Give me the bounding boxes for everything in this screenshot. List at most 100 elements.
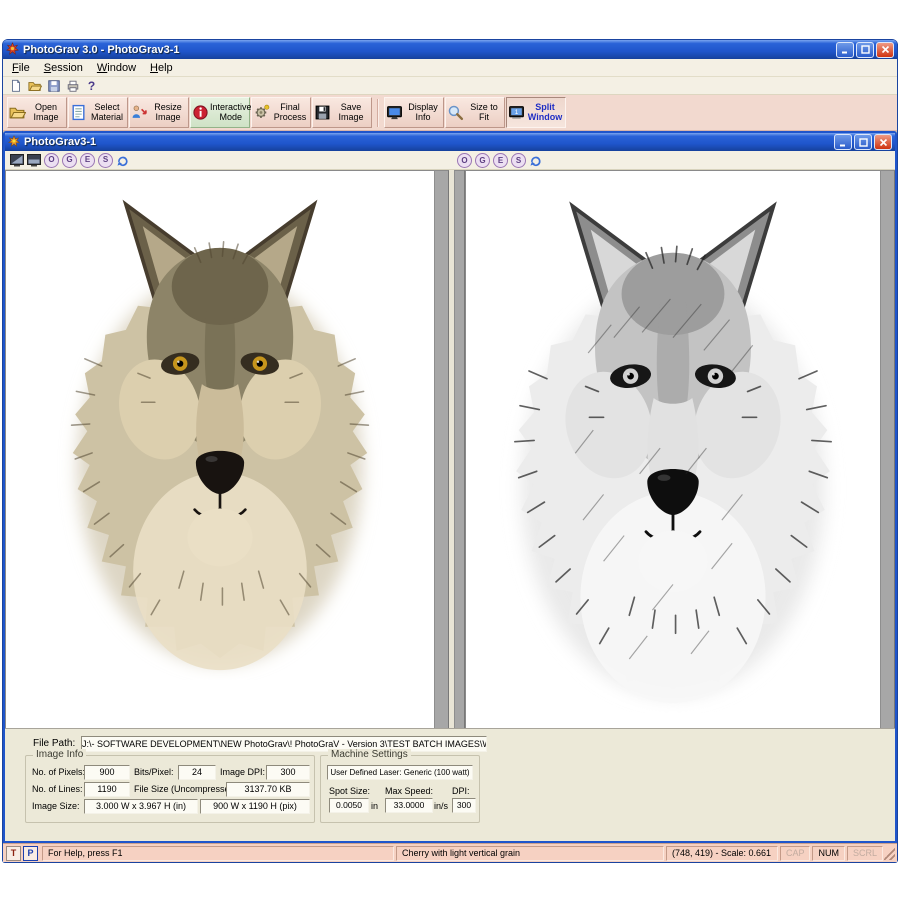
- window-title: PhotoGrav 3.0 - PhotoGrav3-1: [23, 44, 836, 56]
- view-engraved-icon[interactable]: E: [80, 153, 95, 168]
- size-to-fit-icon: [446, 104, 465, 121]
- filesize-value: 3137.70 KB: [226, 782, 310, 797]
- doc-close-button[interactable]: [874, 134, 892, 150]
- resize-image-button[interactable]: Resize Image: [129, 97, 189, 128]
- final-process-button[interactable]: Final Process: [251, 97, 311, 128]
- svg-text:1: 1: [515, 109, 519, 116]
- original-image-pane[interactable]: [5, 170, 449, 728]
- maximize-button[interactable]: [856, 42, 874, 58]
- wolf-photo-color: [39, 173, 401, 697]
- select-material-button[interactable]: Select Material: [68, 97, 128, 128]
- num-lock-indicator: NUM: [812, 846, 845, 861]
- pane-toolbar: O G E S O G E S: [5, 151, 895, 170]
- view-split-horizontal-icon[interactable]: [27, 154, 41, 167]
- status-position-scale: (748, 419) - Scale: 0.661: [666, 846, 778, 861]
- pixels-value: 900: [84, 765, 130, 780]
- interactive-mode-button[interactable]: Interactive Mode: [190, 97, 250, 128]
- max-speed-unit: in/s: [434, 801, 448, 811]
- status-bar: T P For Help, press F1 Cherry with light…: [3, 843, 897, 862]
- file-path-label: File Path:: [33, 738, 75, 749]
- image-size-px: 900 W x 1190 H (pix): [200, 799, 310, 814]
- menu-bar: File Session Window Help: [3, 59, 897, 77]
- machine-settings-group: Machine Settings User Defined Laser: Gen…: [320, 755, 480, 823]
- interactive-mode-icon: [191, 104, 210, 121]
- spot-size-unit: in: [371, 801, 378, 811]
- pixels-label: No. of Pixels:: [32, 767, 85, 777]
- save-image-button[interactable]: Save Image: [312, 97, 372, 128]
- open-image-button[interactable]: Open Image: [7, 97, 67, 128]
- menu-help[interactable]: Help: [143, 61, 180, 75]
- right-pane-scroll-area[interactable]: [880, 170, 895, 728]
- lines-label: No. of Lines:: [32, 784, 83, 794]
- mdi-client: PhotoGrav3-1 O G E S: [3, 131, 897, 843]
- original-image-canvas[interactable]: [5, 170, 434, 728]
- lines-value: 1190: [84, 782, 130, 797]
- open-image-icon: [8, 104, 27, 121]
- machine-dpi-value[interactable]: 300: [452, 798, 476, 813]
- view-original-icon[interactable]: O: [44, 153, 59, 168]
- view-engraved-icon-right[interactable]: E: [493, 153, 508, 168]
- image-info-title: Image Info: [33, 749, 86, 760]
- document-window: PhotoGrav3-1 O G E S: [3, 131, 897, 843]
- bits-value: 24: [178, 765, 216, 780]
- max-speed-value[interactable]: 33.0000: [385, 798, 433, 813]
- view-original-icon-right[interactable]: O: [457, 153, 472, 168]
- refresh-icon-right[interactable]: [529, 154, 542, 167]
- print-icon[interactable]: [65, 78, 80, 93]
- resize-image-icon: [130, 104, 149, 121]
- save-file-icon[interactable]: [46, 78, 61, 93]
- filesize-label: File Size (Uncompressed): [134, 784, 238, 794]
- bits-label: Bits/Pixel:: [134, 767, 174, 777]
- close-button[interactable]: [876, 42, 894, 58]
- document-titlebar[interactable]: PhotoGrav3-1: [5, 133, 895, 151]
- image-panes: [5, 170, 895, 728]
- view-simulation-icon[interactable]: S: [98, 153, 113, 168]
- view-grayscale-icon-right[interactable]: G: [475, 153, 490, 168]
- display-info-button[interactable]: Display Info: [384, 97, 444, 128]
- wolf-photo-engraved: [474, 173, 872, 713]
- main-titlebar[interactable]: PhotoGrav 3.0 - PhotoGrav3-1: [3, 40, 897, 59]
- file-path-field[interactable]: J:\- SOFTWARE DEVELOPMENT\NEW PhotoGrav\…: [81, 736, 487, 752]
- caps-lock-indicator: CAP: [780, 846, 811, 861]
- select-material-icon: [69, 104, 88, 121]
- info-panel: File Path: J:\- SOFTWARE DEVELOPMENT\NEW…: [5, 728, 895, 841]
- image-dpi-value: 300: [266, 765, 310, 780]
- help-icon[interactable]: ?: [84, 78, 99, 93]
- machine-settings-title: Machine Settings: [328, 749, 411, 760]
- new-file-icon[interactable]: [8, 78, 23, 93]
- open-file-icon[interactable]: [27, 78, 42, 93]
- image-size-label: Image Size:: [32, 801, 80, 811]
- menu-session[interactable]: Session: [37, 61, 90, 75]
- engraved-image-pane[interactable]: [454, 170, 895, 728]
- doc-maximize-button[interactable]: [854, 134, 872, 150]
- view-simulation-icon-right[interactable]: S: [511, 153, 526, 168]
- spot-size-value[interactable]: 0.0050: [329, 798, 369, 813]
- standard-toolbar: ?: [3, 77, 897, 95]
- image-info-group: Image Info No. of Pixels: 900 Bits/Pixel…: [25, 755, 315, 823]
- dpi-label: DPI:: [452, 786, 470, 796]
- minimize-button[interactable]: [836, 42, 854, 58]
- menu-window[interactable]: Window: [90, 61, 143, 75]
- document-title: PhotoGrav3-1: [24, 136, 834, 148]
- toolbar-indicator-icon[interactable]: T: [6, 846, 21, 861]
- status-help-text: For Help, press F1: [42, 846, 394, 861]
- view-split-diagonal-icon[interactable]: [10, 154, 24, 167]
- engraved-image-canvas[interactable]: [465, 170, 880, 728]
- resize-grip[interactable]: [884, 847, 895, 860]
- main-window: PhotoGrav 3.0 - PhotoGrav3-1 File Sessio…: [3, 40, 897, 862]
- size-to-fit-button[interactable]: Size to Fit: [445, 97, 505, 128]
- image-size-in: 3.000 W x 3.967 H (in): [84, 799, 198, 814]
- spot-size-label: Spot Size:: [329, 786, 370, 796]
- menu-file[interactable]: File: [5, 61, 37, 75]
- right-pane-left-margin: [454, 170, 465, 728]
- final-process-icon: [252, 104, 271, 121]
- panel-indicator-icon[interactable]: P: [23, 846, 38, 861]
- view-grayscale-icon[interactable]: G: [62, 153, 77, 168]
- doc-minimize-button[interactable]: [834, 134, 852, 150]
- split-window-button[interactable]: 1 Split Window: [506, 97, 566, 128]
- display-info-icon: [385, 104, 404, 121]
- save-image-icon: [313, 104, 332, 121]
- refresh-icon[interactable]: [116, 154, 129, 167]
- left-pane-scroll-area[interactable]: [434, 170, 449, 728]
- image-dpi-label: Image DPI:: [220, 767, 265, 777]
